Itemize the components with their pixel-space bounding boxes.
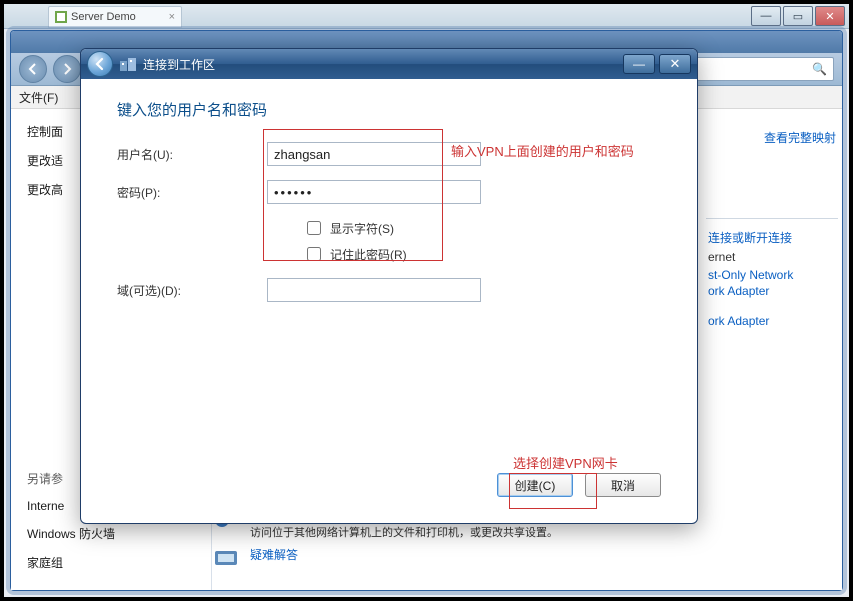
menu-file[interactable]: 文件(F) xyxy=(19,89,58,106)
annotation-text-create: 选择创建VPN网卡 xyxy=(513,453,618,472)
button-cancel[interactable]: 取消 xyxy=(585,473,661,497)
search-box[interactable]: 🔍 xyxy=(690,57,834,81)
tab-label: Server Demo xyxy=(71,11,136,23)
troubleshoot-icon xyxy=(212,546,240,574)
label-username: 用户名(U): xyxy=(117,146,267,163)
outer-window-buttons: — ▭ ✕ xyxy=(749,6,845,26)
desktop-frame: Server Demo × — ▭ ✕ 🔍 文件(F) ? 控制面 xyxy=(0,0,853,601)
link-full-map[interactable]: 查看完整映射 xyxy=(708,129,836,146)
dialog-minimize-button[interactable]: — xyxy=(623,54,655,74)
row-show-chars: 显示字符(S) xyxy=(303,218,661,238)
label-hostonly: st-Only Network xyxy=(708,268,836,282)
tab-close-icon[interactable]: × xyxy=(169,11,175,23)
dialog-back-button[interactable] xyxy=(87,51,113,77)
dialog-body: 键入您的用户名和密码 用户名(U): 密码(P): 显示字符(S) 记住此密码(… xyxy=(81,79,697,519)
vpn-credentials-dialog: 连接到工作区 — ✕ 键入您的用户名和密码 用户名(U): 密码(P): 显示字… xyxy=(80,48,698,524)
outer-maximize-button[interactable]: ▭ xyxy=(783,6,813,26)
label-show-chars: 显示字符(S) xyxy=(330,220,394,237)
troubleshoot-link[interactable]: 疑难解答 xyxy=(250,546,298,563)
link-connect-disconnect[interactable]: 连接或断开连接 xyxy=(708,229,836,246)
browser-tab[interactable]: Server Demo × xyxy=(48,6,182,28)
label-internet: ernet xyxy=(708,250,836,264)
right-panel: 查看完整映射 连接或断开连接 ernet st-Only Network ork… xyxy=(702,109,842,590)
dialog-window-buttons: — ✕ xyxy=(623,54,691,74)
dialog-title: 连接到工作区 xyxy=(143,56,215,73)
outer-titlebar: Server Demo × — ▭ ✕ xyxy=(4,4,849,29)
input-domain[interactable] xyxy=(267,278,481,302)
label-adapter2: ork Adapter xyxy=(708,314,836,328)
dialog-close-button[interactable]: ✕ xyxy=(659,54,691,74)
nav-forward-button[interactable] xyxy=(53,55,81,83)
workplace-icon xyxy=(119,55,137,73)
dialog-titlebar[interactable]: 连接到工作区 — ✕ xyxy=(81,49,697,79)
input-password[interactable] xyxy=(267,180,481,204)
checkbox-remember[interactable] xyxy=(307,247,321,261)
nav-back-button[interactable] xyxy=(19,55,47,83)
dialog-heading: 键入您的用户名和密码 xyxy=(117,99,661,120)
homegroup-desc: 访问位于其他网络计算机上的文件和打印机，或更改共享设置。 xyxy=(250,524,558,540)
button-create[interactable]: 创建(C) xyxy=(497,473,573,497)
label-remember: 记住此密码(R) xyxy=(330,246,407,263)
row-remember: 记住此密码(R) xyxy=(303,244,661,264)
row-domain: 域(可选)(D): xyxy=(117,278,661,302)
search-icon: 🔍 xyxy=(812,62,827,76)
outer-close-button[interactable]: ✕ xyxy=(815,6,845,26)
dialog-button-row: 创建(C) 取消 xyxy=(497,473,661,497)
label-domain: 域(可选)(D): xyxy=(117,282,267,299)
checkbox-show-chars[interactable] xyxy=(307,221,321,235)
sidebar-item-homegroup[interactable]: 家庭组 xyxy=(11,548,211,577)
label-password: 密码(P): xyxy=(117,184,267,201)
label-adapter1: ork Adapter xyxy=(708,284,836,298)
tab-favicon xyxy=(55,11,67,23)
outer-minimize-button[interactable]: — xyxy=(751,6,781,26)
row-password: 密码(P): xyxy=(117,180,661,204)
troubleshoot-row: 疑难解答 xyxy=(212,546,702,574)
input-username[interactable] xyxy=(267,142,481,166)
row-username: 用户名(U): xyxy=(117,142,661,166)
